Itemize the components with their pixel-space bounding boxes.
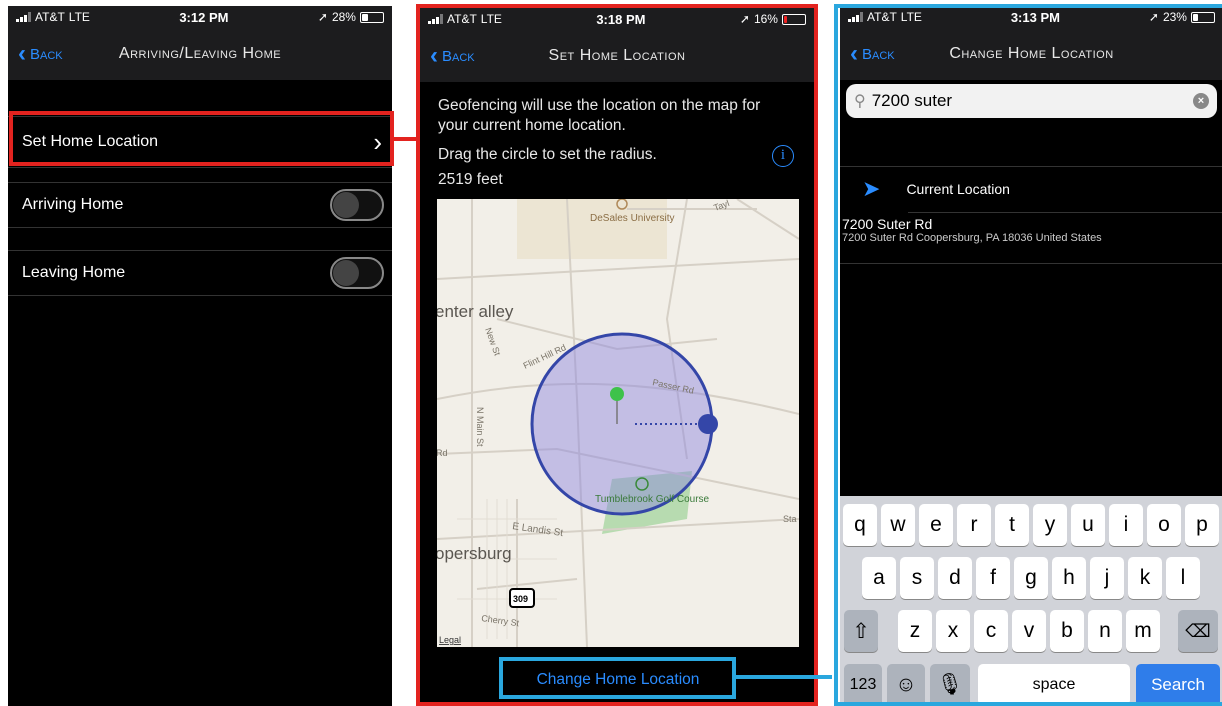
nav-bar: ‹ Back Arriving/Leaving Home xyxy=(8,28,392,80)
back-label: Back xyxy=(30,45,63,63)
leaving-home-toggle[interactable] xyxy=(330,257,384,289)
highlight-frame-screen-3 xyxy=(834,4,1222,706)
status-bar: AT&T LTE 3:12 PM ➚ 28% xyxy=(8,6,392,28)
highlight-box-set-home xyxy=(9,111,394,166)
highlight-frame-screen-2 xyxy=(416,4,818,706)
battery-icon xyxy=(359,11,384,23)
back-button[interactable]: ‹ Back xyxy=(18,42,63,66)
battery-percent: 28% xyxy=(331,10,356,24)
leaving-home-row: Leaving Home xyxy=(8,250,392,296)
network: LTE xyxy=(68,10,90,24)
row-label: Leaving Home xyxy=(22,264,126,281)
page-title: Arriving/Leaving Home xyxy=(118,45,282,62)
chevron-left-icon: ‹ xyxy=(18,40,26,67)
arriving-home-row: Arriving Home xyxy=(8,182,392,228)
signal-icon xyxy=(16,12,31,22)
arriving-home-toggle[interactable] xyxy=(330,189,384,221)
row-label: Arriving Home xyxy=(22,196,124,213)
carrier: AT&T xyxy=(35,10,65,24)
highlight-box-change-location xyxy=(499,657,736,699)
connector-line-blue xyxy=(736,675,832,679)
location-arrow-icon: ➚ xyxy=(317,10,328,24)
status-time: 3:12 PM xyxy=(179,9,229,25)
